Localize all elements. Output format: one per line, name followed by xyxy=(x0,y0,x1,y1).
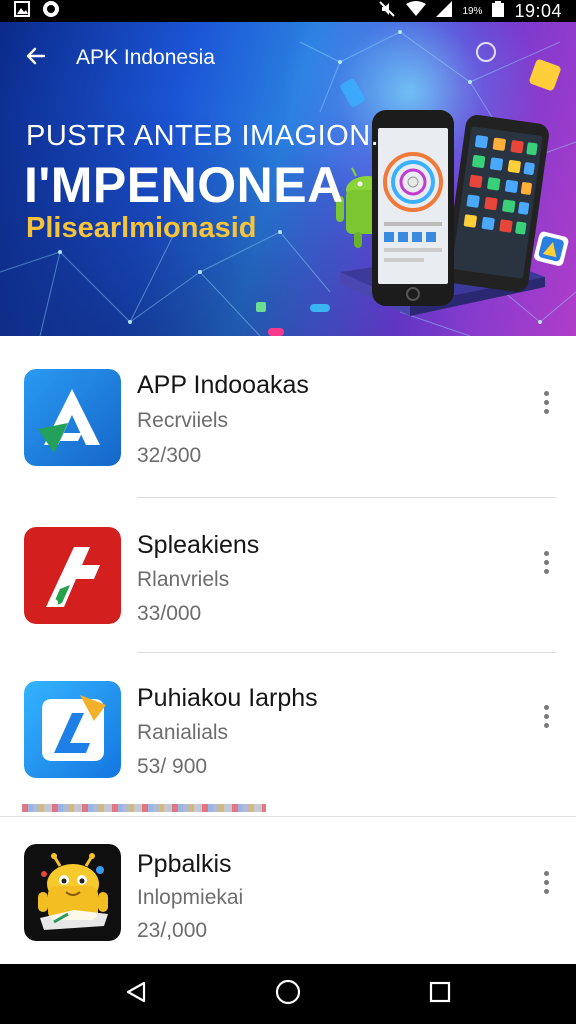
app-subtitle: Rlanvriels xyxy=(137,568,230,591)
app-name: Puhiakou Iarphs xyxy=(137,684,318,712)
status-bar: 19% 19:04 xyxy=(0,0,576,22)
nav-back-icon xyxy=(124,980,148,1009)
list-item[interactable]: APP Indooakas Recrviiels 32/300 xyxy=(0,336,576,492)
wifi-icon xyxy=(406,0,427,22)
banner-headline-sub: Plisearlmionasid xyxy=(26,212,257,244)
dot xyxy=(543,550,549,556)
dot xyxy=(543,408,549,414)
app-name: APP Indooakas xyxy=(137,371,309,399)
dot xyxy=(543,559,549,565)
navigation-bar xyxy=(0,964,576,1024)
page-title: APK Indonesia xyxy=(76,46,215,69)
dot xyxy=(543,568,549,574)
back-button[interactable] xyxy=(0,22,72,94)
app-count: 23/,000 xyxy=(137,919,208,942)
more-options-button[interactable] xyxy=(526,380,566,424)
app-name: Ppbalkis xyxy=(137,850,232,878)
list-item[interactable]: Puhiakou Iarphs Ranialials 53/ 900 xyxy=(0,650,576,806)
dot xyxy=(543,870,549,876)
app-subtitle: Ranialials xyxy=(137,721,229,744)
banner-headline-top: PUSTR ANTEB IMAGION. xyxy=(26,120,380,152)
app-count: 53/ 900 xyxy=(137,755,208,778)
list-item[interactable]: Ppbalkis Inlopmiekai 23/,000 xyxy=(0,822,576,978)
hero-banner: APK Indonesia PUSTR ANTEB IMAGION. I'MPE… xyxy=(0,22,576,336)
dot xyxy=(543,390,549,396)
nav-back-button[interactable] xyxy=(96,964,176,1024)
clock: 19:04 xyxy=(514,0,562,21)
dot xyxy=(543,888,549,894)
android-mascot-icon xyxy=(24,844,121,941)
ad-strip xyxy=(22,804,266,812)
arrow-left-icon xyxy=(24,44,48,73)
dot xyxy=(543,722,549,728)
list-item[interactable]: Spleakiens Rlanvriels 33/000 xyxy=(0,496,576,652)
dot xyxy=(543,713,549,719)
nav-home-button[interactable] xyxy=(248,964,328,1024)
banner-headline-main: I'MPENONEA xyxy=(24,157,344,213)
dot xyxy=(543,704,549,710)
app-bar: APK Indonesia xyxy=(0,22,576,94)
phones-illustration xyxy=(336,110,569,316)
battery-icon xyxy=(492,0,505,22)
nav-recents-button[interactable] xyxy=(400,964,480,1024)
app-count: 32/300 xyxy=(137,444,202,467)
gallery-icon xyxy=(14,0,30,22)
app-a-icon xyxy=(24,369,121,466)
app-subtitle: Recrviiels xyxy=(137,409,229,432)
nav-home-icon xyxy=(274,978,302,1011)
nav-recents-icon xyxy=(428,980,452,1009)
app-red-icon xyxy=(24,527,121,624)
app-name: Spleakiens xyxy=(137,531,260,559)
app-blue-icon xyxy=(24,681,121,778)
signal-icon xyxy=(436,0,453,22)
more-options-button[interactable] xyxy=(526,860,566,904)
battery-percent: 19% xyxy=(462,5,483,17)
dot xyxy=(543,399,549,405)
app-count: 33/000 xyxy=(137,602,202,625)
more-options-button[interactable] xyxy=(526,540,566,584)
app-subtitle: Inlopmiekai xyxy=(137,886,244,909)
mute-icon xyxy=(378,0,396,23)
notification-icon xyxy=(42,0,60,23)
more-options-button[interactable] xyxy=(526,694,566,738)
section-divider xyxy=(0,816,576,817)
dot xyxy=(543,879,549,885)
